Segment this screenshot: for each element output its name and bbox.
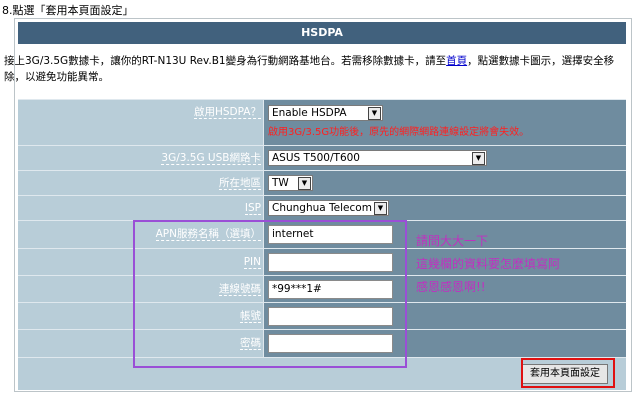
enable-hsdpa-value: Enable HSDPA xyxy=(272,107,347,119)
chevron-down-icon: ▼ xyxy=(374,202,387,215)
chevron-down-icon: ▼ xyxy=(472,152,485,165)
location-select[interactable]: TW ▼ xyxy=(268,175,313,191)
apply-highlight-box xyxy=(521,358,615,388)
enable-hsdpa-select[interactable]: Enable HSDPA ▼ xyxy=(268,105,383,121)
annotation-line-3: 感恩感恩啊!! xyxy=(416,280,486,294)
annotation-line-1: 請問大大一下 xyxy=(416,234,489,248)
chevron-down-icon: ▼ xyxy=(368,107,381,120)
description-text-1: 接上3G/3.5G數據卡，讓你的RT-N13U Rev.B1變身為行動網路基地台… xyxy=(4,55,447,67)
location-value: TW xyxy=(272,177,289,189)
row-enable-hsdpa: 啟用HSDPA？ Enable HSDPA ▼ 啟用3G/3.5G功能後，原先的… xyxy=(18,99,626,145)
chevron-down-icon: ▼ xyxy=(298,177,311,190)
annotation-line-2: 這幾欄的資料要怎麼填寫阿 xyxy=(416,257,561,271)
usb-adapter-cell: ASUS T500/T600 ▼ xyxy=(263,146,626,170)
page-title: HSDPA xyxy=(18,22,626,44)
row-location: 所在地區 TW ▼ xyxy=(18,170,626,195)
step-instruction: 8.點選「套用本頁面設定」 xyxy=(2,4,134,17)
enable-hsdpa-cell: Enable HSDPA ▼ 啟用3G/3.5G功能後，原先的網際網路連線設定將… xyxy=(263,100,626,145)
row-isp: ISP Chunghua Telecom ▼ xyxy=(18,195,626,220)
location-cell: TW ▼ xyxy=(263,171,626,195)
enable-hsdpa-label: 啟用HSDPA？ xyxy=(194,106,261,119)
enable-hsdpa-warning: 啟用3G/3.5G功能後，原先的網際網路連線設定將會失效。 xyxy=(268,127,530,138)
description: 接上3G/3.5G數據卡，讓你的RT-N13U Rev.B1變身為行動網路基地台… xyxy=(4,53,628,85)
isp-select[interactable]: Chunghua Telecom ▼ xyxy=(268,200,389,216)
home-link[interactable]: 首頁 xyxy=(446,55,467,67)
location-label: 所在地區 xyxy=(219,177,261,190)
isp-value: Chunghua Telecom xyxy=(272,202,372,214)
isp-label: ISP xyxy=(244,202,261,215)
usb-adapter-label: 3G/3.5G USB網路卡 xyxy=(161,152,261,165)
row-usb-adapter: 3G/3.5G USB網路卡 ASUS T500/T600 ▼ xyxy=(18,145,626,170)
usb-adapter-select[interactable]: ASUS T500/T600 ▼ xyxy=(268,150,487,166)
isp-cell: Chunghua Telecom ▼ xyxy=(263,196,626,220)
usb-adapter-value: ASUS T500/T600 xyxy=(272,152,360,164)
highlight-box xyxy=(133,220,407,368)
